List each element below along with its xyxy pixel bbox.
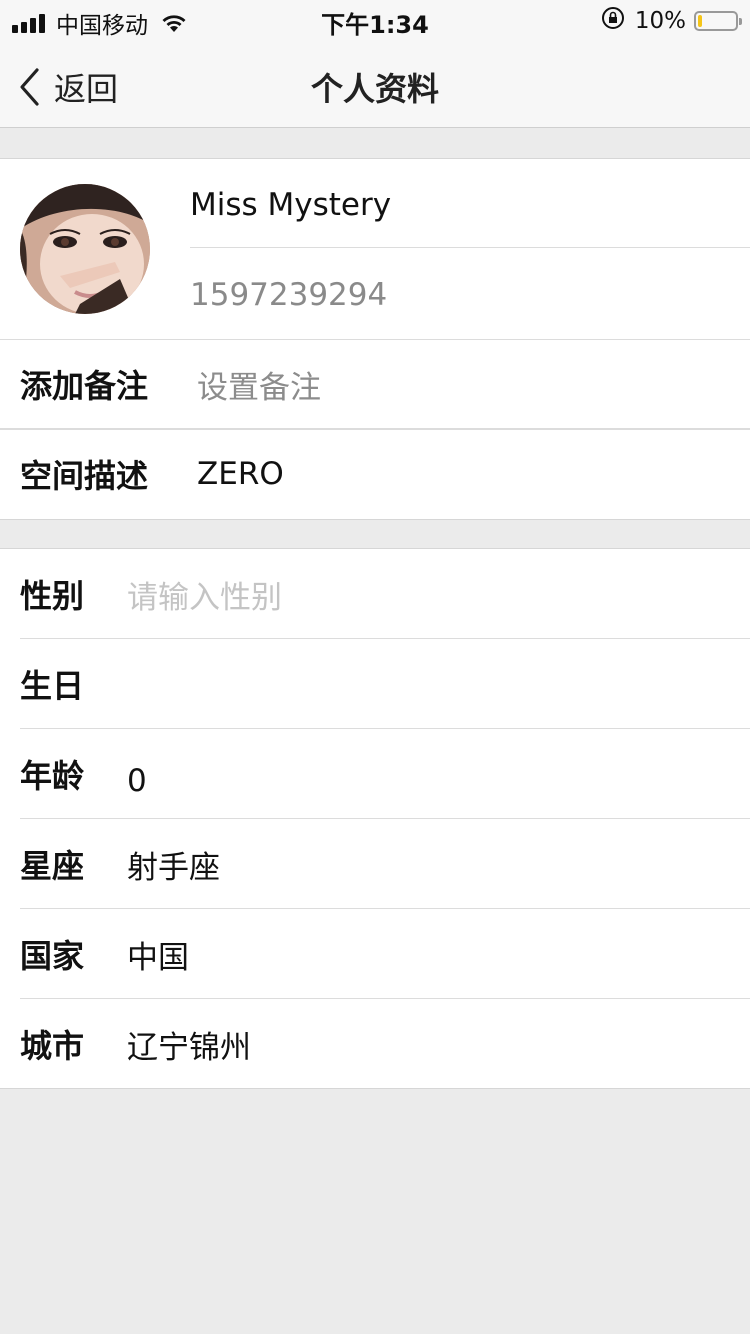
space-description-label: 空间描述 xyxy=(20,457,149,495)
age-row[interactable]: 年龄 0 xyxy=(0,729,750,819)
zodiac-value: 射手座 xyxy=(127,849,220,886)
age-value: 0 xyxy=(127,763,147,799)
battery-percent: 10% xyxy=(634,8,686,34)
battery-icon xyxy=(694,11,742,31)
birthday-row[interactable]: 生日 xyxy=(0,639,750,729)
gender-row[interactable]: 性别 请输入性别 xyxy=(0,549,750,639)
city-label: 城市 xyxy=(20,1027,85,1065)
battery-level xyxy=(698,15,702,27)
age-label: 年龄 xyxy=(20,757,85,795)
avatar[interactable] xyxy=(20,184,150,314)
birthday-label: 生日 xyxy=(20,667,85,705)
space-description-value: ZERO xyxy=(197,456,284,492)
space-description-row[interactable]: 空间描述 ZERO xyxy=(0,429,750,519)
zodiac-label: 星座 xyxy=(20,847,85,885)
country-label: 国家 xyxy=(20,937,85,975)
city-value: 辽宁锦州 xyxy=(127,1029,251,1066)
remark-label: 添加备注 xyxy=(20,367,149,405)
country-value: 中国 xyxy=(127,939,189,976)
country-row[interactable]: 国家 中国 xyxy=(0,909,750,999)
details-section: 性别 请输入性别 生日 年龄 0 星座 射手座 国家 中国 城市 辽宁锦州 xyxy=(0,548,750,1089)
zodiac-row[interactable]: 星座 射手座 xyxy=(0,819,750,909)
profile-id: 1597239294 xyxy=(190,277,388,313)
page-title: 个人资料 xyxy=(310,70,439,108)
remark-row[interactable]: 添加备注 设置备注 xyxy=(0,339,750,429)
nav-bar: 返回 个人资料 xyxy=(0,40,750,128)
gender-label: 性别 xyxy=(20,577,85,615)
status-bar: 中国移动 下午1:34 10% xyxy=(0,0,750,40)
orientation-lock-icon xyxy=(601,6,625,36)
profile-section: Miss Mystery 1597239294 添加备注 设置备注 空间描述 Z… xyxy=(0,158,750,520)
divider xyxy=(190,247,750,248)
avatar-photo-icon xyxy=(20,184,150,314)
status-right: 10% xyxy=(601,6,742,36)
remark-placeholder: 设置备注 xyxy=(197,369,321,406)
profile-name: Miss Mystery xyxy=(190,187,392,223)
city-row[interactable]: 城市 辽宁锦州 xyxy=(0,999,750,1089)
gender-input[interactable]: 请输入性别 xyxy=(127,572,282,617)
